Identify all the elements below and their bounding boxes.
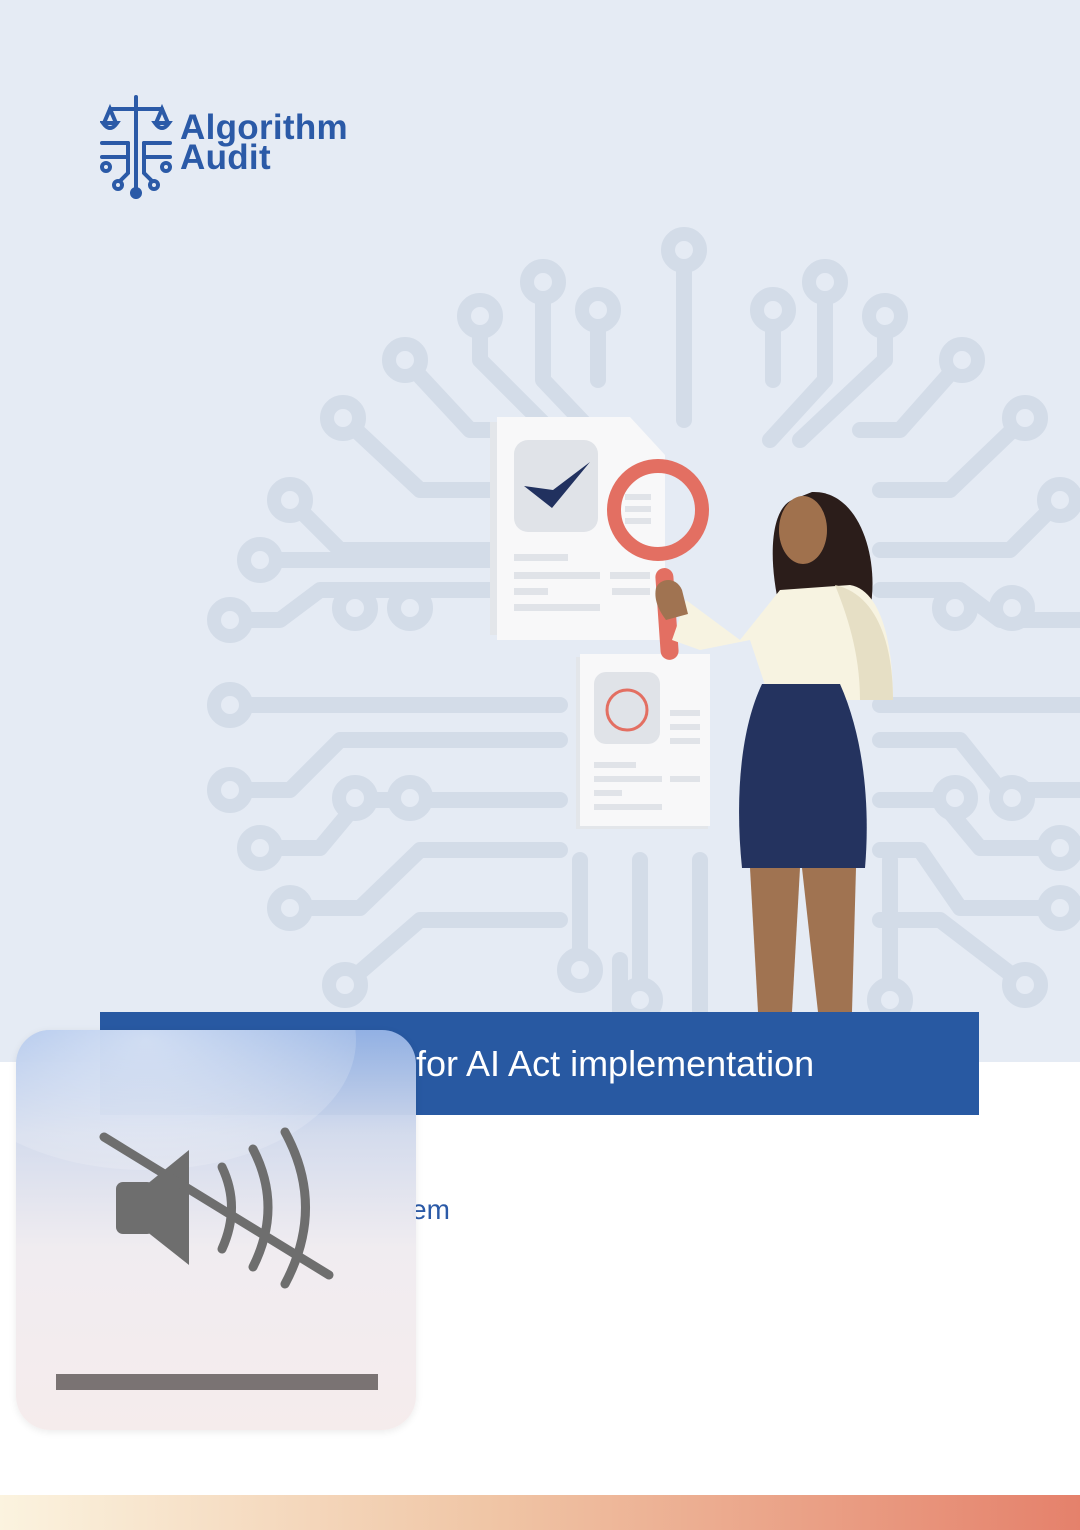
logo-text: Algorithm Audit xyxy=(180,110,348,177)
logo-line-2: Audit xyxy=(180,138,271,177)
subtitle-text: em xyxy=(411,1194,450,1225)
scales-circuit-icon xyxy=(100,95,173,199)
document-check-icon xyxy=(490,417,665,640)
volume-level-bar xyxy=(56,1374,378,1390)
page-title: for AI Act implementation xyxy=(416,1043,815,1084)
speaker-muted-icon xyxy=(99,1127,334,1289)
volume-hud-overlay xyxy=(16,1030,416,1430)
decorative-gradient-strip xyxy=(0,1495,1080,1530)
algorithm-audit-logo[interactable]: Algorithm Audit xyxy=(100,95,390,205)
cover-hero: Algorithm Audit xyxy=(0,0,1080,1062)
document-refresh-icon xyxy=(576,654,710,829)
